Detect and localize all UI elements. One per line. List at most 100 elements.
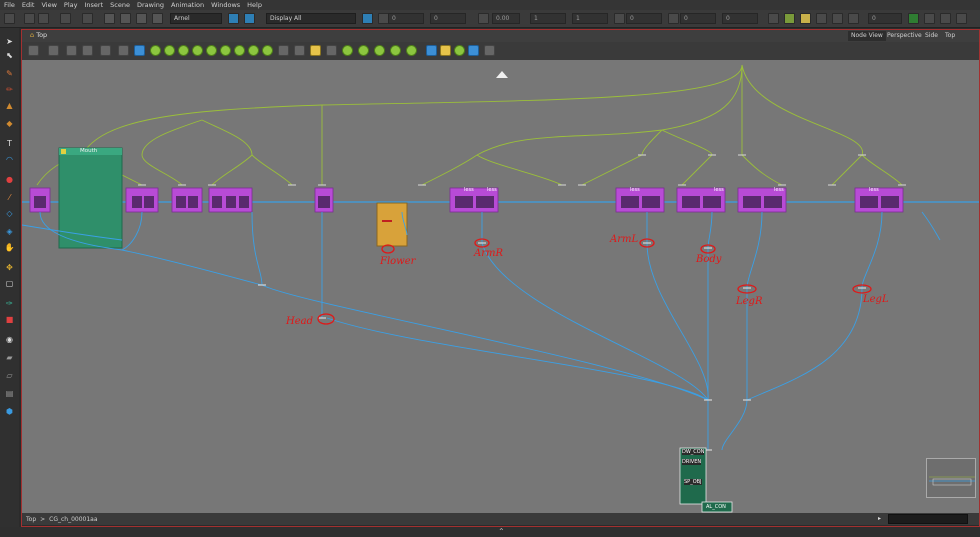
effect-node-icon-13[interactable] <box>390 45 401 56</box>
reset-icon[interactable] <box>816 13 827 24</box>
tab-node-view[interactable]: Node View <box>848 31 886 41</box>
effect-node-icon-8[interactable] <box>248 45 259 56</box>
brush-tool-icon[interactable]: ✎ <box>3 68 16 79</box>
pivot-x-field[interactable]: 0 <box>680 13 716 24</box>
tab-top[interactable]: Top <box>942 31 958 41</box>
layer-icon[interactable] <box>104 13 115 24</box>
layer-stack-icon[interactable]: ▤ <box>3 388 16 399</box>
lock-icon[interactable] <box>136 13 147 24</box>
green-leaf-icon[interactable] <box>908 13 919 24</box>
navigator-minimap[interactable] <box>926 458 976 498</box>
element-options-icon[interactable] <box>228 13 239 24</box>
node-search-field[interactable] <box>888 514 968 524</box>
composite-node-icon[interactable] <box>66 45 77 56</box>
bounding-box-icon[interactable] <box>800 13 811 24</box>
menu-insert[interactable]: Insert <box>84 1 103 9</box>
mouth-group-backdrop[interactable] <box>58 147 123 249</box>
3d-tool-icon[interactable]: ⬢ <box>3 406 16 417</box>
scale-x-field[interactable]: 1 <box>530 13 566 24</box>
effect-node-icon-11[interactable] <box>358 45 369 56</box>
node-view-breadcrumb[interactable]: ⌂ Top <box>30 31 47 39</box>
rigging-tool-icon[interactable]: ✥ <box>3 262 16 273</box>
menu-play[interactable]: Play <box>64 1 78 9</box>
angle-icon[interactable] <box>478 13 489 24</box>
group-node-icon[interactable] <box>82 45 93 56</box>
display-select[interactable]: Display All <box>266 13 356 24</box>
more-tools-icon[interactable] <box>956 13 967 24</box>
new-scene-button[interactable] <box>4 13 15 24</box>
menu-drawing[interactable]: Drawing <box>137 1 164 9</box>
network-icon[interactable] <box>100 45 111 56</box>
effect-node-icon-6[interactable] <box>220 45 231 56</box>
angle-field[interactable]: 0.00 <box>492 13 520 24</box>
status-crumb-child[interactable]: CG_ch_00001aa <box>49 516 97 523</box>
search-icon[interactable]: ▸ <box>878 515 881 522</box>
select-tool-icon[interactable]: ➤ <box>3 36 16 47</box>
stamp-tool-icon[interactable]: ▲ <box>3 100 16 111</box>
contour-tool-icon[interactable]: ◠ <box>3 154 16 165</box>
menu-windows[interactable]: Windows <box>211 1 240 9</box>
scale-y-field[interactable]: 1 <box>572 13 608 24</box>
tab-perspective[interactable]: Perspective <box>884 31 925 41</box>
note-node-icon[interactable] <box>440 45 451 56</box>
skew-icon[interactable] <box>614 13 625 24</box>
hand-tool-icon[interactable]: ✋ <box>3 242 16 253</box>
effect-node-icon-1[interactable] <box>150 45 161 56</box>
deformer-node-icon-1[interactable] <box>310 45 321 56</box>
node-settings-gear-icon[interactable] <box>484 45 495 56</box>
eraser-tool-icon[interactable]: ◆ <box>3 118 16 129</box>
effect-node-icon-2[interactable] <box>164 45 175 56</box>
tab-side[interactable]: Side <box>922 31 941 41</box>
text-tool-icon[interactable]: T <box>3 138 16 149</box>
abc-node-icon[interactable] <box>118 45 129 56</box>
effect-node-icon-9[interactable] <box>262 45 273 56</box>
element-edit-icon[interactable] <box>244 13 255 24</box>
menu-animation[interactable]: Animation <box>171 1 204 9</box>
snap-icon[interactable] <box>784 13 795 24</box>
extra-field[interactable]: 0 <box>868 13 902 24</box>
display-options-icon[interactable] <box>362 13 373 24</box>
cutter-tool-icon[interactable]: ◇ <box>3 208 16 219</box>
settings-node-icon[interactable] <box>278 45 289 56</box>
effect-node-icon-12[interactable] <box>374 45 385 56</box>
flower-group-backdrop[interactable] <box>376 202 408 247</box>
scroll-up-arrow-icon[interactable] <box>496 71 508 78</box>
pivot-icon[interactable] <box>668 13 679 24</box>
camera-node-icon[interactable] <box>134 45 145 56</box>
node-graph-canvas[interactable]: Flower ArmR ArmL Body LegR LegL Head Mou… <box>22 60 979 513</box>
menu-help[interactable]: Help <box>247 1 262 9</box>
effect-node-icon-3[interactable] <box>178 45 189 56</box>
position-y-field[interactable]: 0 <box>430 13 466 24</box>
status-crumb-root[interactable]: Top <box>26 516 36 523</box>
gear-icon[interactable] <box>294 45 305 56</box>
cube-node-icon[interactable] <box>426 45 437 56</box>
effect-node-icon-10[interactable] <box>342 45 353 56</box>
fit-icon[interactable] <box>832 13 843 24</box>
menu-file[interactable]: File <box>4 1 15 9</box>
composite-stack[interactable] <box>679 447 707 505</box>
menu-edit[interactable]: Edit <box>22 1 35 9</box>
element-select[interactable]: Arnel <box>170 13 222 24</box>
center-icon[interactable] <box>848 13 859 24</box>
effect-node-icon-7[interactable] <box>234 45 245 56</box>
color-card-icon[interactable] <box>468 45 479 56</box>
effect-node-icon-14[interactable] <box>406 45 417 56</box>
pivot-y-field[interactable]: 0 <box>722 13 758 24</box>
menu-scene[interactable]: Scene <box>110 1 130 9</box>
effect-node-icon-15[interactable] <box>454 45 465 56</box>
paint-tool-icon[interactable]: ● <box>3 174 16 185</box>
visibility-icon[interactable] <box>120 13 131 24</box>
dropper-tool-icon[interactable]: ⁄ <box>3 192 16 203</box>
effect-node-icon-5[interactable] <box>206 45 217 56</box>
save-as-button[interactable] <box>38 13 49 24</box>
bone-tool-icon[interactable]: ✑ <box>3 298 16 309</box>
transform-tool-icon[interactable]: ⬉ <box>3 50 16 61</box>
light-table-icon[interactable] <box>940 13 951 24</box>
marquee-tool-icon[interactable]: ▢ <box>3 278 16 289</box>
skew-field[interactable]: 0 <box>626 13 662 24</box>
position-x-field[interactable]: 0 <box>388 13 424 24</box>
onion-skin-icon[interactable] <box>924 13 935 24</box>
effect-node-icon-4[interactable] <box>192 45 203 56</box>
menu-view[interactable]: View <box>41 1 56 9</box>
flip-icon[interactable] <box>768 13 779 24</box>
